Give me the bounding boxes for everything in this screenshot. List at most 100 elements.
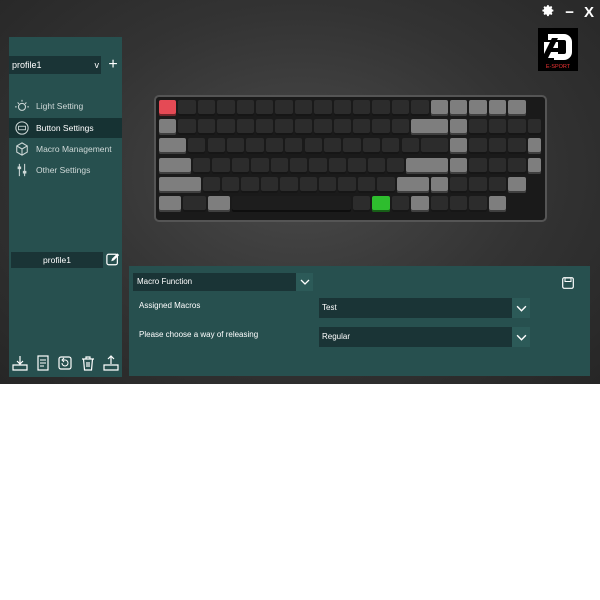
- keyboard-key[interactable]: [197, 100, 216, 116]
- function-select[interactable]: Macro Function: [133, 273, 313, 291]
- keyboard-key[interactable]: [386, 157, 405, 174]
- keyboard-key[interactable]: [231, 196, 351, 212]
- keyboard-key[interactable]: [488, 196, 507, 212]
- keyboard-key[interactable]: [353, 100, 371, 116]
- keyboard-key[interactable]: [377, 176, 395, 193]
- keyboard-key[interactable]: [508, 176, 526, 193]
- keyboard-key[interactable]: [260, 176, 279, 193]
- keyboard-key[interactable]: [450, 176, 468, 193]
- keyboard-key[interactable]: [275, 119, 293, 136]
- keyboard-key[interactable]: [372, 196, 390, 212]
- keyboard-key[interactable]: [314, 119, 332, 136]
- keyboard-key[interactable]: [469, 196, 487, 212]
- keyboard-key[interactable]: [314, 100, 332, 116]
- profile-name-field[interactable]: profile1: [11, 252, 103, 268]
- keyboard-key[interactable]: [256, 119, 274, 136]
- keyboard-key[interactable]: [207, 138, 225, 155]
- keyboard-key[interactable]: [285, 138, 303, 155]
- minimize-button[interactable]: −: [565, 4, 574, 21]
- keyboard-key[interactable]: [353, 196, 371, 212]
- keyboard-key[interactable]: [246, 138, 264, 155]
- sidebar-item-light-setting[interactable]: Light Setting: [9, 96, 122, 116]
- keyboard-key[interactable]: [382, 138, 400, 155]
- export-icon[interactable]: [103, 355, 119, 371]
- keyboard-key[interactable]: [372, 119, 390, 136]
- keyboard-key[interactable]: [469, 176, 487, 193]
- keyboard-key[interactable]: [294, 100, 313, 116]
- profile-select[interactable]: profile1 v: [9, 56, 101, 74]
- keyboard-key[interactable]: [294, 119, 313, 136]
- keyboard-key[interactable]: [183, 196, 206, 212]
- keyboard-key[interactable]: [159, 138, 187, 155]
- keyboard-key[interactable]: [508, 100, 526, 116]
- keyboard-key[interactable]: [450, 196, 468, 212]
- keyboard-key[interactable]: [299, 176, 318, 193]
- keyboard-key[interactable]: [450, 119, 468, 136]
- keyboard-key[interactable]: [450, 157, 468, 174]
- keyboard-key[interactable]: [159, 119, 177, 136]
- keyboard-key[interactable]: [338, 176, 356, 193]
- keyboard-key[interactable]: [319, 176, 337, 193]
- keyboard-key[interactable]: [323, 138, 342, 155]
- keyboard-key[interactable]: [241, 176, 259, 193]
- keyboard-key[interactable]: [270, 157, 288, 174]
- keyboard-key[interactable]: [159, 176, 201, 193]
- keyboard-key[interactable]: [406, 157, 448, 174]
- keyboard-key[interactable]: [508, 157, 526, 174]
- sidebar-item-button-settings[interactable]: Button Settings: [9, 118, 122, 138]
- keyboard-key[interactable]: [304, 138, 322, 155]
- sidebar-item-macro-management[interactable]: Macro Management: [9, 139, 122, 159]
- keyboard-key[interactable]: [217, 119, 235, 136]
- save-icon[interactable]: [562, 276, 574, 289]
- keyboard-key[interactable]: [372, 100, 390, 116]
- keyboard-key[interactable]: [508, 138, 526, 155]
- keyboard-key[interactable]: [469, 100, 487, 116]
- keyboard-key[interactable]: [450, 138, 468, 155]
- keyboard-key[interactable]: [488, 176, 507, 193]
- close-button[interactable]: X: [584, 4, 594, 21]
- keyboard-key[interactable]: [343, 138, 361, 155]
- import-icon[interactable]: [12, 355, 28, 371]
- keyboard-key[interactable]: [391, 196, 410, 212]
- keyboard-key[interactable]: [178, 119, 196, 136]
- keyboard-key[interactable]: [362, 138, 381, 155]
- keyboard-key[interactable]: [450, 100, 468, 116]
- keyboard-key[interactable]: [401, 138, 419, 155]
- keyboard-key[interactable]: [430, 176, 448, 193]
- keyboard-key[interactable]: [469, 138, 487, 155]
- keyboard-key[interactable]: [159, 157, 191, 174]
- keyboard-key[interactable]: [226, 138, 245, 155]
- keyboard-key[interactable]: [420, 138, 448, 155]
- notes-icon[interactable]: [35, 355, 51, 371]
- keyboard-key[interactable]: [357, 176, 376, 193]
- keyboard-key[interactable]: [527, 119, 541, 136]
- keyboard-key[interactable]: [488, 138, 507, 155]
- trash-icon[interactable]: [80, 355, 96, 371]
- keyboard-key[interactable]: [159, 196, 182, 212]
- keyboard-key[interactable]: [236, 100, 254, 116]
- keyboard-key[interactable]: [192, 157, 211, 174]
- keyboard-key[interactable]: [353, 119, 371, 136]
- keyboard-key[interactable]: [159, 100, 177, 116]
- keyboard-key[interactable]: [469, 119, 487, 136]
- add-profile-button[interactable]: +: [105, 56, 121, 74]
- keyboard-key[interactable]: [391, 119, 410, 136]
- keyboard-key[interactable]: [236, 119, 254, 136]
- keyboard-key[interactable]: [222, 176, 240, 193]
- keyboard-key[interactable]: [207, 196, 230, 212]
- gear-icon[interactable]: [542, 4, 555, 21]
- keyboard-key[interactable]: [231, 157, 250, 174]
- keyboard-key[interactable]: [367, 157, 385, 174]
- assigned-macros-dropdown[interactable]: Test: [319, 298, 530, 318]
- keyboard-key[interactable]: [309, 157, 327, 174]
- keyboard-key[interactable]: [527, 138, 541, 155]
- keyboard-key[interactable]: [328, 157, 347, 174]
- keyboard-key[interactable]: [488, 100, 507, 116]
- keyboard-key[interactable]: [178, 100, 196, 116]
- sidebar-item-other-settings[interactable]: Other Settings: [9, 160, 122, 180]
- keyboard-key[interactable]: [469, 157, 487, 174]
- keyboard-key[interactable]: [256, 100, 274, 116]
- keyboard-key[interactable]: [488, 157, 507, 174]
- release-mode-dropdown[interactable]: Regular: [319, 327, 530, 347]
- keyboard-key[interactable]: [411, 100, 429, 116]
